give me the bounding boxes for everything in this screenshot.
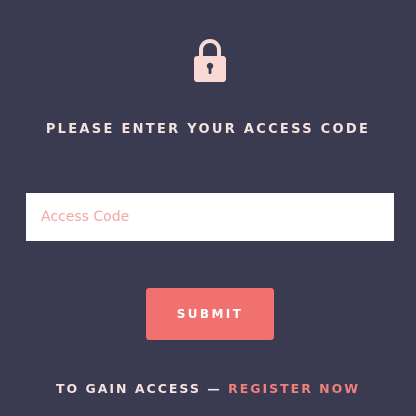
page-heading: PLEASE ENTER YOUR ACCESS CODE: [45, 122, 371, 137]
access-code-page: PLEASE ENTER YOUR ACCESS CODE SUBMIT TO …: [0, 0, 416, 416]
lock-icon: [194, 39, 226, 82]
access-code-field: [26, 193, 394, 241]
footer-register: TO GAIN ACCESS — REGISTER NOW: [0, 380, 416, 398]
access-code-input[interactable]: [26, 193, 394, 241]
submit-button[interactable]: SUBMIT: [146, 288, 274, 340]
register-now-link[interactable]: REGISTER NOW: [228, 381, 360, 396]
footer-prefix-text: TO GAIN ACCESS —: [55, 381, 222, 396]
